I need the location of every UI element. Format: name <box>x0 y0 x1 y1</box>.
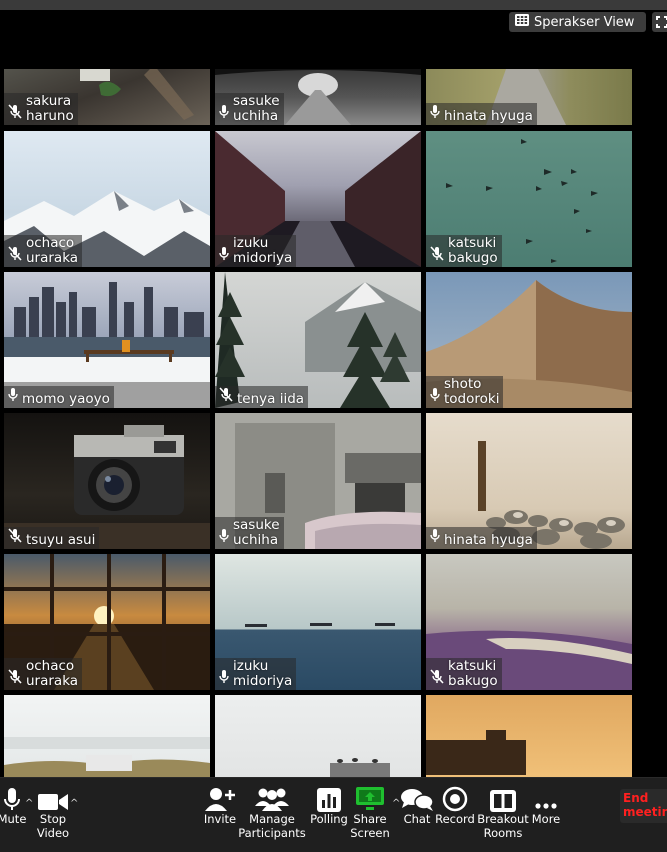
participant-name-label: hinata hyuga <box>426 103 537 125</box>
chat-bubbles-icon <box>400 782 434 812</box>
participant-name-label: hinata hyuga <box>426 527 537 549</box>
participant-name-label: sakura haruno <box>4 93 78 125</box>
record-button[interactable]: Record <box>432 782 478 826</box>
mic-muted-icon <box>8 246 22 265</box>
mic-muted-icon <box>8 669 22 688</box>
share-screen-button[interactable]: Share Screen <box>348 782 392 840</box>
end-meeting-button[interactable]: End meeting <box>620 789 667 823</box>
video-tile[interactable] <box>4 695 210 777</box>
mic-icon <box>430 528 440 547</box>
speaker-view-label: Sperakser View <box>534 14 635 30</box>
mic-icon <box>430 104 440 123</box>
participant-name-label: shoto todoroki <box>426 376 504 408</box>
video-tile[interactable]: izuku midoriya <box>215 131 421 267</box>
add-person-icon <box>204 782 236 812</box>
mic-icon <box>8 387 18 406</box>
participant-name-label: tsuyu asui <box>4 527 100 549</box>
participant-name-label: ochaco uraraka <box>4 235 83 267</box>
fullscreen-button[interactable] <box>652 12 667 32</box>
share-screen-icon <box>355 782 385 812</box>
video-tile[interactable]: ochaco uraraka <box>4 131 210 267</box>
mic-muted-icon <box>430 246 444 265</box>
mic-icon <box>219 246 229 265</box>
microphone-icon <box>3 782 21 812</box>
video-tile[interactable]: sasuke uchiha <box>215 69 421 125</box>
chat-button[interactable]: Chat <box>400 782 434 826</box>
mic-icon <box>219 669 229 688</box>
participant-name-label: katsuki bakugo <box>426 235 502 267</box>
video-tile[interactable]: tenya iida <box>215 272 421 408</box>
video-tile[interactable]: ochaco uraraka <box>4 554 210 690</box>
more-dots-icon <box>534 782 558 812</box>
participant-name-label: momo yaoyo <box>4 386 114 408</box>
video-tile[interactable]: katsuki bakugo <box>426 554 632 690</box>
meeting-toolbar: Mute ^ Stop Video ^ Invite Manage Partic… <box>0 777 667 852</box>
video-tile[interactable]: izuku midoriya <box>215 554 421 690</box>
participant-name-label: sasuke uchiha <box>215 517 284 549</box>
participant-name-label: sasuke uchiha <box>215 93 284 125</box>
mic-icon <box>430 387 440 406</box>
participant-name-label: izuku midoriya <box>215 235 297 267</box>
video-tile[interactable]: hinata hyuga <box>426 69 632 125</box>
mic-muted-icon <box>430 669 444 688</box>
mic-muted-icon <box>219 387 233 406</box>
polling-button[interactable]: Polling <box>307 782 351 826</box>
mic-muted-icon <box>8 104 22 123</box>
fullscreen-icon <box>656 13 667 32</box>
manage-participants-button[interactable]: Manage Participants <box>235 782 309 840</box>
video-tile[interactable] <box>215 695 421 777</box>
bar-chart-icon <box>317 782 341 812</box>
video-tile[interactable] <box>426 695 632 777</box>
video-tile[interactable]: hinata hyuga <box>426 413 632 549</box>
more-button[interactable]: More <box>528 782 564 826</box>
video-camera-icon <box>38 782 68 812</box>
video-gallery: sakura haruno sasuke uchiha hinata hyuga… <box>0 69 667 777</box>
breakout-rooms-button[interactable]: Breakout Rooms <box>474 782 532 840</box>
video-tile[interactable]: katsuki bakugo <box>426 131 632 267</box>
grid-icon <box>515 14 529 30</box>
stop-video-button[interactable]: Stop Video <box>33 782 73 840</box>
window-top-bar <box>0 0 667 10</box>
participant-name-label: tenya iida <box>215 386 309 408</box>
video-tile[interactable]: tsuyu asui <box>4 413 210 549</box>
mic-muted-icon <box>8 528 22 547</box>
video-tile[interactable]: sakura haruno <box>4 69 210 125</box>
participant-name-label: izuku midoriya <box>215 658 297 690</box>
video-tile[interactable]: momo yaoyo <box>4 272 210 408</box>
invite-button[interactable]: Invite <box>201 782 239 826</box>
breakout-rooms-icon <box>490 782 516 812</box>
speaker-view-button[interactable]: Sperakser View <box>509 12 646 32</box>
participants-icon <box>255 782 289 812</box>
video-tile[interactable]: shoto todoroki <box>426 272 632 408</box>
participant-name-label: ochaco uraraka <box>4 658 83 690</box>
video-tile[interactable]: sasuke uchiha <box>215 413 421 549</box>
video-options-chevron-icon[interactable]: ^ <box>70 798 78 809</box>
participant-name-label: katsuki bakugo <box>426 658 502 690</box>
record-icon <box>442 782 468 812</box>
mic-icon <box>219 528 229 547</box>
mic-icon <box>219 104 229 123</box>
